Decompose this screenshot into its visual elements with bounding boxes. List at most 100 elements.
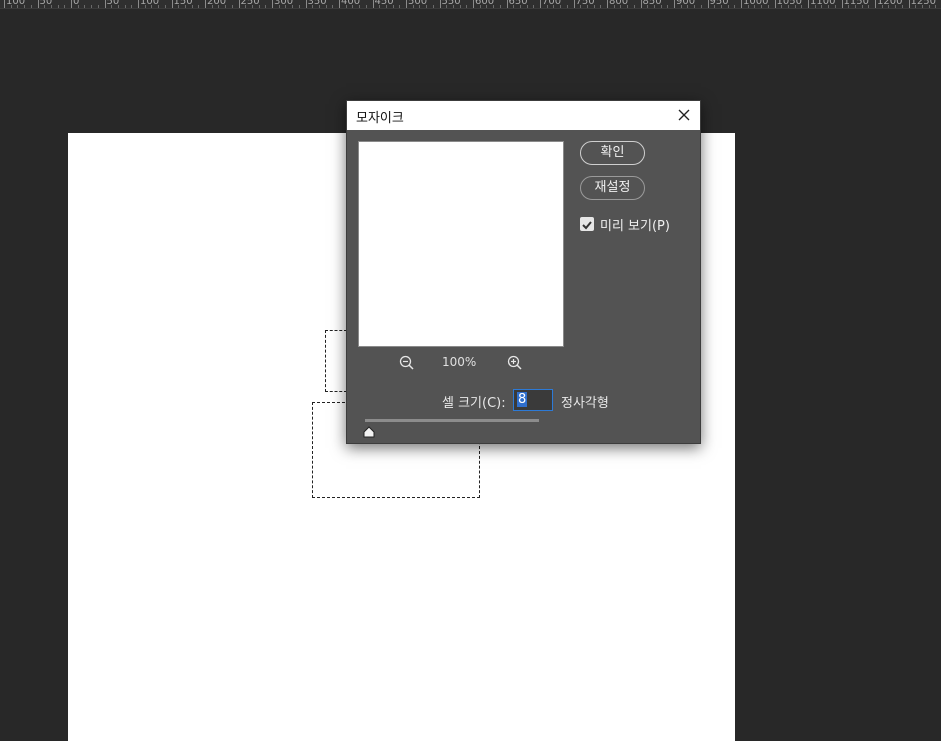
- ruler-minor-tick: [385, 5, 387, 8]
- ruler-minor-tick: [432, 5, 434, 8]
- ruler-minor-tick: [258, 5, 260, 8]
- ruler-minor-tick: [359, 5, 361, 8]
- ruler-tick: [674, 0, 675, 8]
- ruler-minor-tick: [452, 5, 454, 8]
- ruler-minor-tick: [553, 5, 555, 8]
- ruler-label: 600: [475, 0, 495, 7]
- zoom-out-icon[interactable]: [398, 354, 416, 372]
- ruler-tick: [238, 0, 240, 8]
- ruler-minor-tick: [854, 5, 856, 8]
- ruler-minor-tick: [419, 5, 421, 8]
- ruler-minor-tick: [231, 5, 233, 8]
- cell-size-value: 8: [517, 392, 528, 407]
- ruler-minor-tick: [546, 5, 548, 8]
- ruler-minor-tick: [566, 5, 568, 8]
- slider-thumb[interactable]: [363, 423, 375, 438]
- ok-button[interactable]: 확인: [580, 141, 645, 165]
- cell-size-label: 셀 크기(C):: [442, 396, 506, 411]
- ruler-minor-tick: [794, 5, 796, 8]
- ruler-tick: [774, 0, 776, 8]
- ruler-minor-tick: [694, 5, 696, 8]
- ruler-minor-tick: [84, 5, 86, 8]
- ruler-tick: [473, 0, 474, 8]
- ruler-minor-tick: [158, 5, 160, 8]
- ruler-minor-tick: [627, 5, 629, 8]
- ruler-tick: [506, 0, 508, 8]
- ruler-minor-tick: [251, 5, 253, 8]
- preview-checkbox[interactable]: [580, 217, 594, 231]
- ruler-label: 650: [508, 0, 528, 7]
- ruler-label: 750: [575, 0, 595, 7]
- ruler-minor-tick: [600, 5, 602, 8]
- ruler-minor-tick: [921, 5, 923, 8]
- ruler-minor-tick: [198, 5, 200, 8]
- ruler-minor-tick: [278, 5, 280, 8]
- ruler-label: 900: [676, 0, 696, 7]
- ruler-label: 850: [642, 0, 662, 7]
- ruler-label: 250: [240, 0, 260, 7]
- ruler-minor-tick: [620, 5, 622, 8]
- ruler-minor-tick: [131, 5, 133, 8]
- ruler-minor-tick: [526, 5, 528, 8]
- ruler-tick: [372, 0, 374, 8]
- ruler-minor-tick: [586, 5, 588, 8]
- ruler-minor-tick: [365, 5, 367, 8]
- ruler-minor-tick: [700, 5, 702, 8]
- zoom-in-icon[interactable]: [506, 354, 524, 372]
- ruler-minor-tick: [613, 5, 615, 8]
- ruler-label: 800: [609, 0, 629, 7]
- filter-preview[interactable]: [358, 141, 564, 347]
- ruler-minor-tick: [814, 5, 816, 8]
- ruler-minor-tick: [44, 5, 46, 8]
- ruler-minor-tick: [392, 5, 394, 8]
- ruler-minor-tick: [828, 5, 830, 8]
- ruler-minor-tick: [345, 5, 347, 8]
- close-icon[interactable]: [674, 105, 694, 125]
- ruler-minor-tick: [91, 5, 93, 8]
- ruler-minor-tick: [667, 5, 669, 8]
- cell-size-slider[interactable]: [365, 419, 539, 422]
- ruler-minor-tick: [888, 5, 890, 8]
- ruler-tick: [339, 0, 340, 8]
- ruler-minor-tick: [144, 5, 146, 8]
- ruler-minor-tick: [687, 5, 689, 8]
- ruler-tick: [741, 0, 742, 8]
- horizontal-ruler[interactable]: 100 50 0 50 100 150 200 250 300 350 400 450 500 550 60…: [0, 0, 941, 9]
- ruler-minor-tick: [57, 5, 59, 8]
- ruler-tick: [104, 0, 106, 8]
- ruler-minor-tick: [191, 5, 193, 8]
- ruler-label: 100: [140, 0, 160, 7]
- zoom-level: 100%: [442, 355, 477, 369]
- dialog-titlebar[interactable]: 모자이크: [347, 101, 700, 130]
- ruler-minor-tick: [479, 5, 481, 8]
- ruler-minor-tick: [64, 5, 66, 8]
- ruler-tick: [305, 0, 307, 8]
- ruler-minor-tick: [519, 5, 521, 8]
- ruler-minor-tick: [560, 5, 562, 8]
- ruler-minor-tick: [647, 5, 649, 8]
- ruler-minor-tick: [680, 5, 682, 8]
- ruler-tick: [640, 0, 642, 8]
- ruler-minor-tick: [298, 5, 300, 8]
- ruler-minor-tick: [211, 5, 213, 8]
- mosaic-dialog: 모자이크 100% 확인 재설정 미리 보기(P) 셀 크기(C): 8 정사각…: [346, 100, 701, 444]
- cell-size-input[interactable]: 8: [513, 389, 553, 411]
- ruler-minor-tick: [77, 5, 79, 8]
- ruler-minor-tick: [399, 5, 401, 8]
- ruler-minor-tick: [767, 5, 769, 8]
- ruler-minor-tick: [325, 5, 327, 8]
- ruler-minor-tick: [446, 5, 448, 8]
- ruler-minor-tick: [97, 5, 99, 8]
- ruler-minor-tick: [292, 5, 294, 8]
- reset-button[interactable]: 재설정: [580, 176, 645, 200]
- ruler-minor-tick: [459, 5, 461, 8]
- preview-label[interactable]: 미리 보기(P): [600, 215, 670, 234]
- ruler-minor-tick: [834, 5, 836, 8]
- ruler-label: 500: [408, 0, 428, 7]
- ruler-minor-tick: [285, 5, 287, 8]
- ruler-minor-tick: [787, 5, 789, 8]
- ruler-minor-tick: [781, 5, 783, 8]
- ruler-tick: [37, 0, 39, 8]
- ruler-minor-tick: [895, 5, 897, 8]
- ruler-minor-tick: [580, 5, 582, 8]
